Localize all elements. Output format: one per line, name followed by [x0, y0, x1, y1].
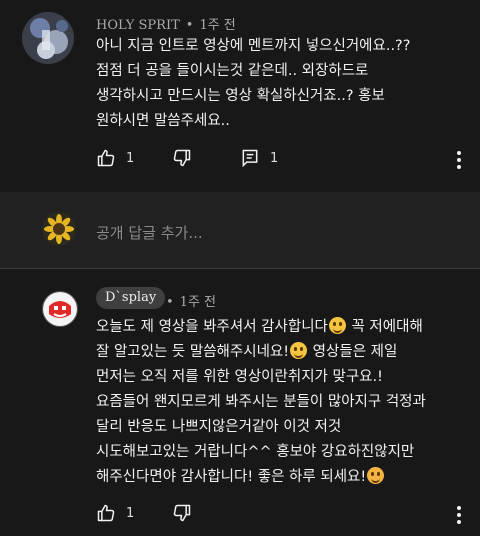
- timestamp[interactable]: 1주 전: [199, 18, 235, 33]
- comment-actions: 1: [96, 503, 468, 531]
- dislike-button[interactable]: [172, 148, 192, 168]
- like-button[interactable]: 1: [96, 503, 134, 523]
- comment-text: 아니 지금 인트로 영상에 멘트까지 넣으신거에요..?? 점점 더 공을 들이…: [96, 34, 468, 134]
- comment-text-segment: 꼭 저에대해: [346, 319, 423, 335]
- comment-thread: D`splay • 1주 전 오늘도 제 영상을 봐주셔서 감사합니다 꼭 저에대…: [0, 268, 480, 536]
- comment-text-segment: 먼저는 오직 저를 위한 영상이란취지가 맞구요.!: [96, 369, 383, 385]
- more-vert-icon: [457, 151, 461, 169]
- author-name[interactable]: HOLY SPRIT: [96, 18, 180, 33]
- comment-text-segment: 잘 알고있는 듯 말씀해주시네요!: [96, 344, 290, 360]
- comment-text-segment: 시도해보고있는 거랍니다^^ 홍보야 강요하진않지만: [96, 444, 415, 460]
- more-vert-icon: [457, 506, 461, 524]
- hug-emoji-icon: [367, 467, 385, 484]
- dislike-icon: [173, 504, 191, 522]
- reply-icon: [242, 149, 258, 168]
- comment-text-segment: 영상들은 제일: [308, 344, 398, 360]
- comment-line: 원하시면 말씀주세요..: [96, 113, 230, 129]
- comment-line: 먼저는 오직 저를 위한 영상이란취지가 맞구요.!: [96, 365, 468, 390]
- author-badge[interactable]: D`splay: [96, 287, 166, 309]
- like-count: 1: [126, 150, 135, 166]
- comment-line: 시도해보고있는 거랍니다^^ 홍보야 강요하진않지만: [96, 440, 468, 465]
- comment-thread: HOLY SPRIT • 1주 전 아니 지금 인트로 영상에 멘트까지 넣으신거에…: [0, 0, 480, 192]
- like-count: 1: [126, 505, 135, 521]
- separator: •: [166, 295, 174, 310]
- comment-line: 아니 지금 인트로 영상에 멘트까지 넣으신거에요..??: [96, 38, 411, 54]
- comment-meta: • 1주 전: [166, 291, 216, 310]
- comment-text-segment: 요즘들어 왠지모르게 봐주시는 분들이 많아지구 걱정과: [96, 394, 426, 410]
- like-icon: [97, 149, 115, 167]
- reply-count: 1: [270, 150, 279, 166]
- like-icon: [97, 504, 115, 522]
- avatar[interactable]: [22, 12, 74, 64]
- comment-text-segment: 달리 반응도 나쁘지않은거같아 이것 저것: [96, 419, 342, 435]
- more-options-button[interactable]: [456, 150, 462, 174]
- comment-line: 오늘도 제 영상을 봐주셔서 감사합니다 꼭 저에대해: [96, 315, 468, 340]
- dislike-icon: [173, 149, 191, 167]
- grin-emoji-icon: [290, 342, 308, 359]
- separator: •: [185, 18, 194, 33]
- comment-line: 달리 반응도 나쁘지않은거같아 이것 저것: [96, 415, 468, 440]
- avatar[interactable]: [42, 291, 78, 327]
- comment-line: 요즘들어 왠지모르게 봐주시는 분들이 많아지구 걱정과: [96, 390, 468, 415]
- comment-actions: 1 1: [96, 148, 468, 176]
- avatar[interactable]: [42, 212, 76, 246]
- comment-text-segment: 오늘도 제 영상을 봐주셔서 감사합니다: [96, 319, 328, 335]
- comment-line: 생각하시고 만드시는 영상 확실하신거죠..? 홍보: [96, 88, 385, 104]
- like-button[interactable]: 1: [96, 148, 134, 168]
- dislike-button[interactable]: [172, 503, 192, 523]
- timestamp[interactable]: 1주 전: [180, 295, 216, 310]
- comment-line: 해주신다면야 감사합니다! 좋은 하루 되세요!: [96, 465, 468, 490]
- comment-line: 잘 알고있는 듯 말씀해주시네요! 영상들은 제일: [96, 340, 468, 365]
- reply-section: 공개 답글 추가...: [0, 192, 480, 268]
- comment-text-segment: 해주신다면야 감사합니다! 좋은 하루 되세요!: [96, 469, 367, 485]
- reply-input[interactable]: 공개 답글 추가...: [96, 222, 203, 243]
- comment-line: 점점 더 공을 들이시는것 같은데.. 외장하드로: [96, 63, 369, 79]
- comment-meta: HOLY SPRIT • 1주 전: [96, 14, 236, 33]
- replies-button[interactable]: 1: [240, 148, 278, 168]
- more-options-button[interactable]: [456, 505, 462, 529]
- comment-text: 오늘도 제 영상을 봐주셔서 감사합니다 꼭 저에대해 잘 알고있는 듯 말씀해주…: [96, 315, 468, 490]
- smile-emoji-icon: [328, 317, 346, 334]
